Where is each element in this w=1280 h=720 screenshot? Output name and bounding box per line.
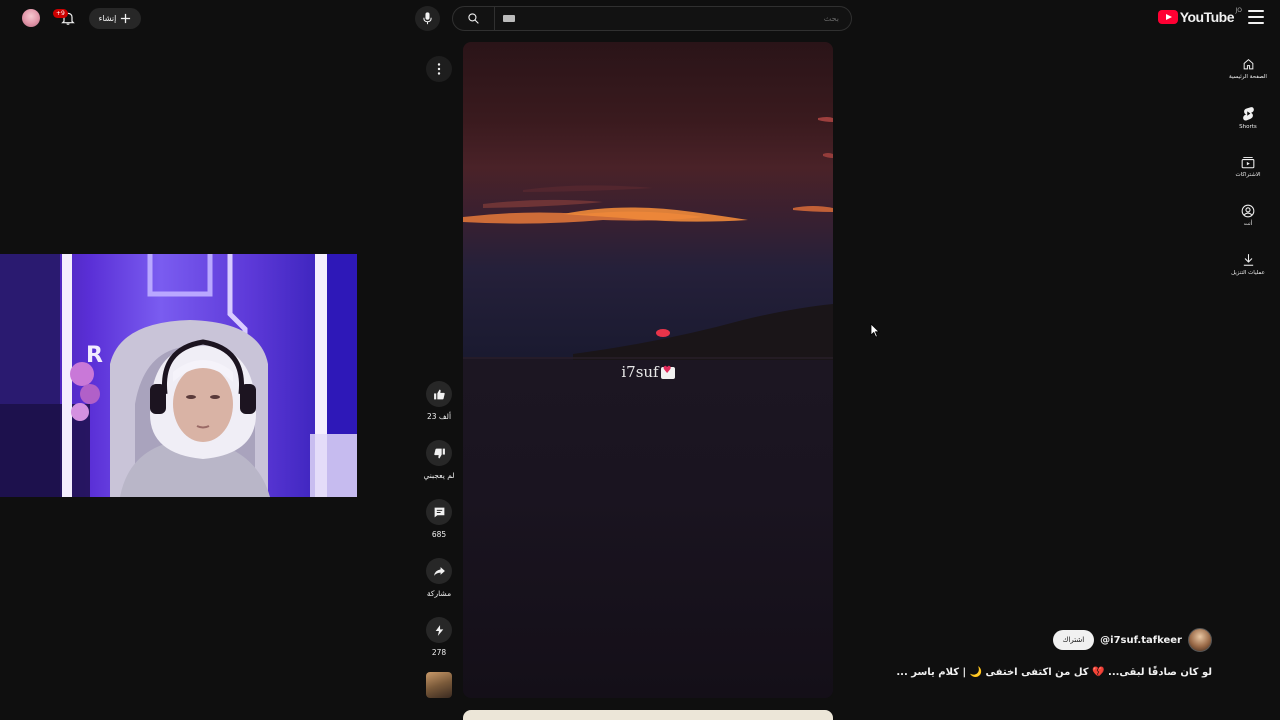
mouse-cursor-icon (870, 323, 880, 338)
keyboard-icon[interactable] (503, 15, 515, 22)
nav-item-subscriptions[interactable]: الاشتراكات (1216, 142, 1280, 191)
dislike-action: لم يعجبني (418, 440, 460, 499)
search-bar (452, 6, 852, 31)
like-count: 23 ألف (426, 412, 452, 421)
comments-button[interactable] (426, 499, 452, 525)
more-options-button[interactable] (426, 56, 452, 82)
dislike-button[interactable] (426, 440, 452, 466)
download-icon (1243, 254, 1253, 266)
share-label: مشاركة (426, 589, 452, 598)
svg-text:R: R (86, 343, 103, 368)
short-title[interactable]: لو كان صادقًا لبقى... 💔 كل من اكتفى اختف… (896, 667, 1212, 678)
thumbs-up-icon (433, 389, 445, 399)
share-arrow-icon (433, 566, 445, 576)
remix-icon (435, 624, 443, 636)
short-actions: 23 ألف لم يعجبني 685 مشاركة 278 (418, 381, 460, 676)
streamer-webcam-image: R (0, 254, 357, 497)
share-action: مشاركة (418, 558, 460, 617)
like-button[interactable] (426, 381, 452, 407)
channel-avatar[interactable] (1188, 628, 1212, 652)
subscribe-button[interactable]: اشتراك (1052, 630, 1095, 650)
side-navigation: الصفحة الرئيسية Shorts الاشتراكات أنت عم… (1216, 44, 1280, 289)
voice-search-button[interactable] (415, 6, 440, 31)
heart-icon (660, 365, 675, 379)
video-watermark: i7suf (463, 363, 833, 381)
microphone-icon (423, 12, 432, 25)
nav-item-label: الاشتراكات (1235, 171, 1261, 178)
logo-country-code: JO (1235, 7, 1243, 14)
shorts-icon (1242, 106, 1254, 120)
logo-text: YouTube (1179, 9, 1235, 25)
comments-action: 685 (418, 499, 460, 558)
more-vertical-icon (437, 63, 441, 75)
account-avatar[interactable] (22, 9, 40, 27)
top-bar: YouTube JO إنشاء +9 (0, 0, 1280, 36)
remix-button[interactable] (426, 617, 452, 643)
menu-icon[interactable] (1248, 10, 1264, 24)
like-action: 23 ألف (418, 381, 460, 440)
nav-item-downloads[interactable]: عمليات التنزيل (1216, 240, 1280, 289)
nav-item-label: Shorts (1239, 123, 1257, 130)
remix-action: 278 (418, 617, 460, 676)
youtube-play-icon (1157, 10, 1178, 24)
audio-source-thumbnail[interactable] (426, 672, 452, 698)
plus-icon (121, 13, 131, 24)
nav-item-shorts[interactable]: Shorts (1216, 93, 1280, 142)
nav-item-you[interactable]: أنت (1216, 191, 1280, 240)
comment-count: 685 (431, 530, 447, 539)
create-label: إنشاء (98, 14, 117, 23)
nav-item-label: الصفحة الرئيسية (1229, 73, 1267, 80)
dislike-label: لم يعجبني (423, 471, 455, 480)
remix-count: 278 (431, 648, 447, 657)
thumbs-down-icon (433, 448, 445, 458)
channel-info: @i7suf.tafkeer اشتراك (1052, 628, 1212, 652)
comment-icon (434, 507, 444, 517)
notifications-badge: +9 (53, 9, 68, 18)
search-button[interactable] (453, 7, 495, 30)
nav-item-label: أنت (1243, 221, 1253, 227)
you-icon (1241, 204, 1255, 218)
next-short-preview[interactable] (463, 710, 833, 720)
channel-handle[interactable]: @i7suf.tafkeer (1100, 635, 1182, 646)
search-input[interactable] (515, 14, 851, 23)
youtube-logo[interactable]: YouTube JO (1157, 7, 1242, 25)
home-icon (1243, 58, 1253, 69)
share-button[interactable] (426, 558, 452, 584)
nav-item-label: عمليات التنزيل (1231, 270, 1265, 276)
webcam-overlay: R (0, 254, 357, 497)
nav-item-home[interactable]: الصفحة الرئيسية (1216, 44, 1280, 93)
create-button[interactable]: إنشاء (89, 8, 141, 29)
short-video-player[interactable]: i7suf (463, 42, 833, 698)
search-icon (468, 13, 479, 24)
subscriptions-icon (1241, 156, 1255, 168)
